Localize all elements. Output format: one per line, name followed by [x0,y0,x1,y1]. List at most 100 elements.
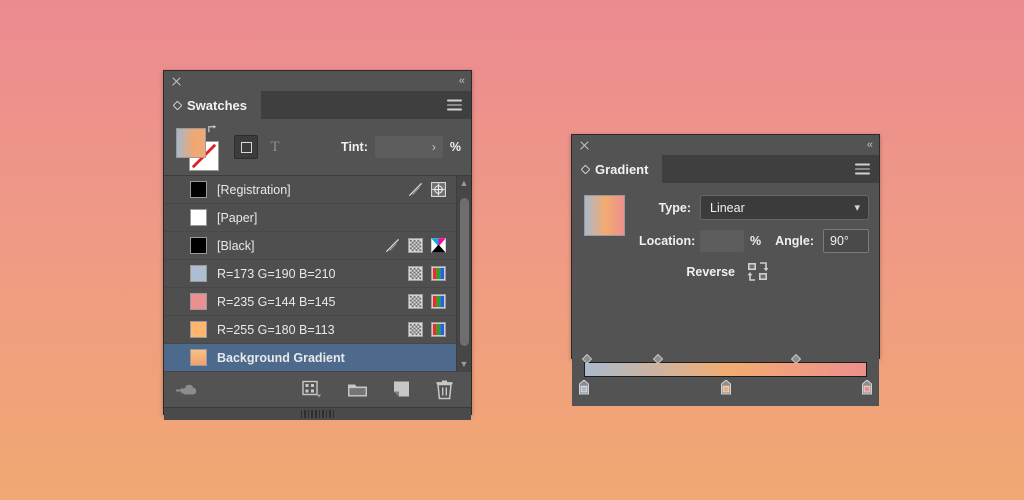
gradient-reverse-row: Reverse [639,262,869,282]
tint-control: Tint: › % [341,136,461,158]
new-swatch-icon[interactable] [393,381,411,399]
chevron-down-icon: ▾ [854,202,861,214]
tint-input[interactable]: › [374,136,443,158]
swatches-tabstrip: Swatches [164,91,471,119]
swatch-row[interactable]: [Paper] [164,204,456,232]
panel-menu-icon[interactable] [447,99,462,111]
swatches-list[interactable]: [Registration] [Paper] [Black] R=173 G=190 … [164,176,456,371]
gradient-midpoint-marker[interactable] [581,351,593,365]
container-square-icon [240,141,252,153]
new-folder-icon[interactable] [347,381,368,398]
fill-stroke-control [174,124,220,171]
close-icon[interactable] [171,76,182,87]
gradient-midpoint-marker[interactable] [652,351,663,365]
swatch-name: [Registration] [217,182,291,197]
angle-input[interactable]: 90° [823,229,870,253]
checkerboard-icon [408,238,423,253]
location-label: Location: [639,234,696,248]
reverse-gradient-icon[interactable] [747,262,769,282]
swatch-color-chip [190,237,207,254]
gradient-panel-body: Type: Linear ▾ Location: % Angle: 90° Re… [572,183,879,406]
swatches-list-container: [Registration] [Paper] [Black] R=173 G=190 … [164,175,471,371]
tab-swatches-label: Swatches [187,97,247,113]
gradient-midpoint-marker[interactable] [791,351,802,365]
swatch-name: Background Gradient [217,350,345,365]
gradient-type-row: Type: Linear ▾ [639,195,870,220]
chevron-up-icon[interactable]: ▲ [457,176,471,190]
swatches-scrollbar[interactable]: ▲ ▼ [456,176,471,371]
panel-menu-icon[interactable] [855,163,870,175]
gradient-tabstrip: Gradient [572,155,879,183]
swatch-name: [Black] [217,238,255,253]
chevron-down-icon[interactable]: ▼ [457,357,471,371]
tint-chevron-icon[interactable]: › [432,140,436,154]
formatting-affects-container-button[interactable] [234,135,258,159]
fill-swatch[interactable] [176,128,206,158]
swatch-color-chip [190,209,207,226]
cmyk-mode-icon [431,238,446,253]
angle-label: Angle: [775,234,815,248]
swatches-panel-titlebar: « [164,71,471,91]
checkerboard-icon [408,294,423,309]
new-color-group-icon[interactable] [302,380,322,399]
swatch-color-chip [190,321,207,338]
tint-unit: % [449,140,461,154]
swatch-row[interactable]: [Black] [164,232,456,260]
reverse-label: Reverse [686,265,735,279]
tab-swatches[interactable]: Swatches [164,91,261,119]
rgb-mode-icon [431,266,446,281]
swatches-toolbar: T Tint: › % [164,119,471,175]
collapse-panel-icon[interactable]: « [459,75,465,87]
gradient-ramp-bar[interactable] [584,362,867,377]
cc-library-cloud-icon[interactable] [176,381,200,398]
swatch-row[interactable]: R=173 G=190 B=210 [164,260,456,288]
swatch-row[interactable]: R=235 G=144 B=145 [164,288,456,316]
checkerboard-icon [408,322,423,337]
swatch-row-icons [408,266,446,281]
collapse-panel-icon[interactable]: « [867,139,873,151]
swatch-row-icons [408,182,446,197]
swatch-row[interactable]: R=255 G=180 B=113 [164,316,456,344]
swatch-row-icons [385,238,446,253]
angle-value: 90° [830,234,849,248]
swatch-name: R=255 G=180 B=113 [217,322,335,337]
swatch-name: R=235 G=144 B=145 [217,294,336,309]
formatting-affects-buttons: T [234,135,286,159]
swatches-panel-body: T Tint: › % [Registration] [Paper] [Black]… [164,119,471,420]
close-icon[interactable] [579,140,590,151]
checkerboard-icon [408,266,423,281]
swatch-row[interactable]: Background Gradient [164,344,456,371]
swatches-bottom-actions [302,380,453,399]
gradient-type-value: Linear [710,200,745,215]
swatch-row-icons [408,322,446,337]
gradient-fields: Type: Linear ▾ Location: % Angle: 90° Re… [639,195,870,291]
gradient-preview-swatch[interactable] [584,195,625,236]
gradient-location-angle-row: Location: % Angle: 90° [639,229,870,253]
location-input[interactable] [700,230,744,252]
gradient-panel-titlebar: « [572,135,879,155]
gradient-color-stop[interactable] [861,379,874,395]
scrollbar-thumb[interactable] [460,198,469,346]
tab-gradient[interactable]: Gradient [572,155,663,183]
gradient-ramp-area[interactable] [579,348,872,396]
gradient-color-stop[interactable] [578,379,591,395]
tint-label: Tint: [341,140,368,154]
location-unit: % [750,234,762,248]
delete-trash-icon[interactable] [436,380,453,399]
swatch-name: R=173 G=190 B=210 [217,266,336,281]
swatch-color-chip [190,349,207,366]
gradient-panel: « Gradient Type: Linear ▾ Location: % An… [571,134,880,406]
panel-resize-grip[interactable] [164,407,471,420]
swap-fill-stroke-icon[interactable] [207,124,218,135]
gradient-type-select[interactable]: Linear ▾ [700,195,870,220]
swatch-row[interactable]: [Registration] [164,176,456,204]
swatch-color-chip [190,265,207,282]
tab-diamond-icon [172,100,183,110]
gradient-controls: Type: Linear ▾ Location: % Angle: 90° Re… [572,183,879,291]
formatting-affects-text-button[interactable]: T [264,136,286,158]
rgb-mode-icon [431,294,446,309]
tab-gradient-label: Gradient [595,161,649,177]
swatch-color-chip [190,293,207,310]
gradient-color-stop[interactable] [719,379,732,395]
swatches-bottom-bar [164,371,471,407]
